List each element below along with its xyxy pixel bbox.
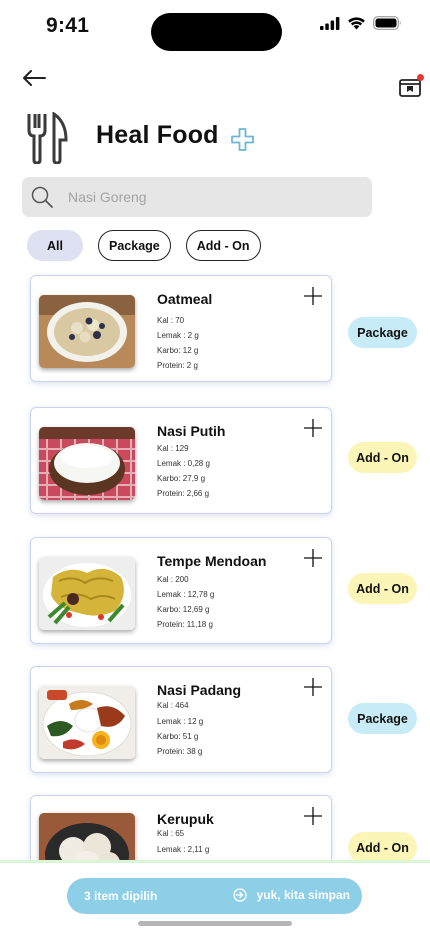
login-arrow-icon — [232, 888, 247, 902]
food-image-kerupuk — [39, 813, 135, 862]
food-karbo: Karbo: 12,69 g — [157, 605, 210, 614]
food-card-oatmeal[interactable]: Oatmeal Kal : 70 Lemak : 2 g Karbo: 12 g… — [30, 275, 332, 382]
home-indicator — [138, 921, 292, 926]
food-protein: Protein: 38 g — [157, 747, 203, 756]
back-button[interactable] — [20, 64, 48, 92]
food-kal: Kal : 200 — [157, 575, 189, 584]
add-icon[interactable] — [304, 549, 322, 567]
health-cross-icon — [231, 128, 254, 151]
cta-action: yuk, kita simpan — [232, 888, 350, 902]
filter-all[interactable]: All — [27, 230, 83, 261]
notification-dot — [417, 74, 424, 81]
search-icon — [31, 186, 53, 208]
bottom-bar: 3 item dipilih yuk, kita simpan — [0, 860, 430, 932]
food-name: Nasi Putih — [157, 423, 226, 439]
tag-add-on: Add - On — [348, 442, 417, 473]
food-kal: Kal : 65 — [157, 829, 185, 838]
add-icon[interactable] — [304, 419, 322, 437]
food-lemak: Lemak : 2 g — [157, 331, 199, 340]
search-input[interactable] — [68, 189, 348, 205]
filter-add-on[interactable]: Add - On — [185, 230, 261, 261]
food-image-tempe-mendoan — [39, 557, 135, 630]
food-lemak: Lemak : 2,11 g — [157, 845, 210, 854]
filter-package[interactable]: Package — [98, 230, 171, 261]
save-selection-button[interactable]: 3 item dipilih yuk, kita simpan — [67, 878, 362, 914]
food-name: Oatmeal — [157, 291, 213, 307]
brand-logo — [26, 112, 70, 164]
food-karbo: Karbo: 27,9 g — [157, 474, 206, 483]
food-image-oatmeal — [39, 295, 135, 368]
search-bar[interactable] — [22, 177, 372, 217]
food-name: Kerupuk — [157, 811, 214, 827]
add-icon[interactable] — [304, 807, 322, 825]
page-title: Heal Food — [96, 121, 219, 149]
saved-list-button[interactable] — [398, 74, 424, 100]
food-karbo: Karbo: 12 g — [157, 346, 199, 355]
selected-count: 3 item dipilih — [84, 889, 158, 903]
food-card-tempe-mendoan[interactable]: Tempe Mendoan Kal : 200 Lemak : 12,78 g … — [30, 537, 332, 644]
food-lemak: Lemak : 12 g — [157, 717, 204, 726]
food-card-nasi-padang[interactable]: Nasi Padang Kal : 464 Lemak : 12 g Karbo… — [30, 666, 332, 773]
add-icon[interactable] — [304, 678, 322, 696]
cta-label: yuk, kita simpan — [256, 888, 350, 902]
food-kal: Kal : 464 — [157, 701, 189, 710]
tag-package: Package — [348, 317, 417, 348]
food-kal: Kal : 129 — [157, 444, 189, 453]
food-kal: Kal : 70 — [157, 316, 185, 325]
tag-add-on: Add - On — [348, 573, 417, 604]
food-lemak: Lemak : 0,28 g — [157, 459, 210, 468]
food-image-nasi-putih — [39, 427, 135, 500]
fork-knife-icon — [27, 112, 68, 164]
food-protein: Protein: 11,18 g — [157, 620, 213, 629]
food-name: Tempe Mendoan — [157, 553, 267, 569]
food-protein: Protein: 2 g — [157, 361, 198, 370]
arrow-left-icon — [23, 70, 46, 86]
tag-package: Package — [348, 703, 417, 734]
food-card-nasi-putih[interactable]: Nasi Putih Kal : 129 Lemak : 0,28 g Karb… — [30, 407, 332, 514]
food-name: Nasi Padang — [157, 682, 242, 698]
food-karbo: Karbo: 51 g — [157, 732, 199, 741]
food-image-nasi-padang — [39, 686, 135, 759]
filter-chips: All Package Add - On — [27, 230, 261, 261]
tag-add-on: Add - On — [348, 832, 417, 862]
add-icon[interactable] — [304, 287, 322, 305]
food-lemak: Lemak : 12,78 g — [157, 590, 215, 599]
food-card-kerupuk[interactable]: Kerupuk Kal : 65 Lemak : 2,11 g — [30, 795, 332, 862]
food-protein: Protein: 2,66 g — [157, 489, 210, 498]
